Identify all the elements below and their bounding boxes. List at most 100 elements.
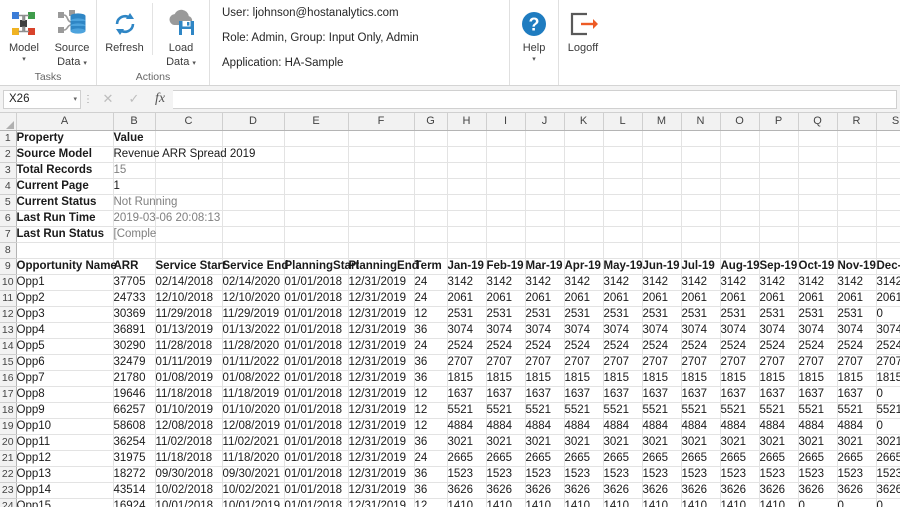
data-cell[interactable]: 12/31/2019 bbox=[348, 338, 415, 355]
data-cell[interactable]: 12/31/2019 bbox=[348, 418, 415, 435]
data-cell[interactable]: 10/02/2021 bbox=[222, 482, 285, 499]
data-cell[interactable]: 2061 bbox=[603, 290, 643, 307]
data-cell[interactable]: 5521 bbox=[798, 402, 838, 419]
empty-cell[interactable] bbox=[876, 210, 900, 227]
data-cell[interactable]: 2061 bbox=[642, 290, 682, 307]
empty-cell[interactable] bbox=[447, 226, 487, 243]
column-header-h[interactable]: H bbox=[447, 113, 487, 131]
empty-cell[interactable] bbox=[447, 242, 487, 259]
data-cell[interactable]: 2531 bbox=[603, 306, 643, 323]
empty-cell[interactable] bbox=[876, 146, 900, 163]
table-row[interactable]: 9 Opportunity Name ARR Service Start Service… bbox=[0, 258, 900, 275]
data-cell[interactable]: 0 bbox=[876, 386, 900, 403]
data-cell[interactable]: 2665 bbox=[564, 450, 604, 467]
data-cell[interactable]: 1523 bbox=[720, 466, 760, 483]
data-cell[interactable]: 1637 bbox=[720, 386, 760, 403]
empty-cell[interactable] bbox=[876, 242, 900, 259]
row-header-10[interactable]: 10 bbox=[0, 274, 17, 291]
data-cell[interactable]: 3074 bbox=[525, 322, 565, 339]
data-cell[interactable]: 1815 bbox=[681, 370, 721, 387]
data-cell[interactable]: 2665 bbox=[603, 450, 643, 467]
data-cell[interactable]: 2665 bbox=[447, 450, 487, 467]
table-row[interactable]: 1 Property Value bbox=[0, 130, 900, 147]
data-cell[interactable]: 12/31/2019 bbox=[348, 466, 415, 483]
data-cell[interactable]: Opp8 bbox=[16, 386, 114, 403]
empty-cell[interactable] bbox=[681, 242, 721, 259]
empty-cell[interactable] bbox=[798, 210, 838, 227]
table-column-header[interactable]: Jul-19 bbox=[681, 258, 721, 275]
name-box-chevron-down-icon[interactable]: ▾ bbox=[73, 95, 77, 103]
data-cell[interactable]: 2531 bbox=[759, 306, 799, 323]
data-cell[interactable]: 2524 bbox=[837, 338, 877, 355]
empty-cell[interactable] bbox=[798, 130, 838, 147]
data-cell[interactable]: 01/10/2019 bbox=[155, 402, 223, 419]
table-column-header[interactable]: Dec-19 bbox=[876, 258, 900, 275]
column-header-p[interactable]: P bbox=[759, 113, 799, 131]
data-cell[interactable]: 3074 bbox=[447, 322, 487, 339]
empty-cell[interactable] bbox=[447, 194, 487, 211]
data-cell[interactable]: 4884 bbox=[564, 418, 604, 435]
source-data-chevron-down-icon[interactable]: ▾ bbox=[83, 60, 87, 67]
data-cell[interactable]: 3626 bbox=[837, 482, 877, 499]
empty-cell[interactable] bbox=[876, 162, 900, 179]
table-row[interactable]: 23 Opp14 43514 10/02/2018 10/02/2021 01/01/20… bbox=[0, 482, 900, 499]
data-cell[interactable]: 1523 bbox=[876, 466, 900, 483]
row-header-8[interactable]: 8 bbox=[0, 242, 17, 259]
row-header-13[interactable]: 13 bbox=[0, 322, 17, 339]
info-value-cell[interactable]: Not Running bbox=[113, 194, 177, 211]
data-cell[interactable]: 3142 bbox=[798, 274, 838, 291]
empty-cell[interactable] bbox=[284, 146, 349, 163]
empty-cell[interactable] bbox=[642, 178, 682, 195]
row-header-15[interactable]: 15 bbox=[0, 354, 17, 371]
data-cell[interactable]: 2524 bbox=[720, 338, 760, 355]
data-cell[interactable]: 2061 bbox=[681, 290, 721, 307]
empty-cell[interactable] bbox=[759, 146, 799, 163]
empty-cell[interactable] bbox=[720, 210, 760, 227]
column-header-m[interactable]: M bbox=[642, 113, 682, 131]
data-cell[interactable]: 1410 bbox=[564, 498, 604, 507]
help-button[interactable]: ? Help ▾ bbox=[510, 3, 558, 63]
empty-cell[interactable] bbox=[525, 130, 565, 147]
data-cell[interactable]: 12/08/2018 bbox=[155, 418, 223, 435]
data-cell[interactable]: 2061 bbox=[759, 290, 799, 307]
data-cell[interactable]: 12/31/2019 bbox=[348, 370, 415, 387]
empty-cell[interactable] bbox=[564, 242, 604, 259]
data-cell[interactable]: 19646 bbox=[113, 386, 156, 403]
row-header-21[interactable]: 21 bbox=[0, 450, 17, 467]
data-cell[interactable]: 2524 bbox=[876, 338, 900, 355]
data-cell[interactable]: 2531 bbox=[486, 306, 526, 323]
data-cell[interactable]: 10/01/2019 bbox=[222, 498, 285, 507]
table-row[interactable]: 6 Last Run Time 2019-03-06 20:08:13 bbox=[0, 210, 900, 227]
empty-cell[interactable] bbox=[798, 178, 838, 195]
row-header-24[interactable]: 24 bbox=[0, 498, 17, 507]
empty-cell[interactable] bbox=[222, 162, 285, 179]
data-cell[interactable]: 01/01/2018 bbox=[284, 306, 349, 323]
data-cell[interactable]: 02/14/2018 bbox=[155, 274, 223, 291]
data-cell[interactable]: 31975 bbox=[113, 450, 156, 467]
data-cell[interactable]: Opp14 bbox=[16, 482, 114, 499]
data-cell[interactable]: 12/31/2019 bbox=[348, 306, 415, 323]
data-cell[interactable]: 1815 bbox=[486, 370, 526, 387]
column-header-f[interactable]: F bbox=[348, 113, 415, 131]
data-cell[interactable]: 0 bbox=[798, 498, 838, 507]
empty-cell[interactable] bbox=[486, 146, 526, 163]
data-cell[interactable]: 2707 bbox=[525, 354, 565, 371]
data-cell[interactable]: 4884 bbox=[837, 418, 877, 435]
data-cell[interactable]: Opp6 bbox=[16, 354, 114, 371]
info-label-cell[interactable]: Current Status bbox=[16, 194, 114, 211]
empty-cell[interactable] bbox=[642, 162, 682, 179]
data-cell[interactable]: 1815 bbox=[564, 370, 604, 387]
data-cell[interactable]: 2531 bbox=[798, 306, 838, 323]
data-cell[interactable]: 01/01/2018 bbox=[284, 482, 349, 499]
confirm-check-icon[interactable]: ✓ bbox=[121, 89, 147, 109]
data-cell[interactable]: 3021 bbox=[564, 434, 604, 451]
column-header-r[interactable]: R bbox=[837, 113, 877, 131]
column-header-d[interactable]: D bbox=[222, 113, 285, 131]
data-cell[interactable]: 1637 bbox=[642, 386, 682, 403]
data-cell[interactable]: 2524 bbox=[525, 338, 565, 355]
empty-cell[interactable] bbox=[525, 226, 565, 243]
data-cell[interactable]: 1637 bbox=[681, 386, 721, 403]
data-cell[interactable]: Opp11 bbox=[16, 434, 114, 451]
data-cell[interactable]: Opp7 bbox=[16, 370, 114, 387]
empty-cell[interactable] bbox=[603, 194, 643, 211]
